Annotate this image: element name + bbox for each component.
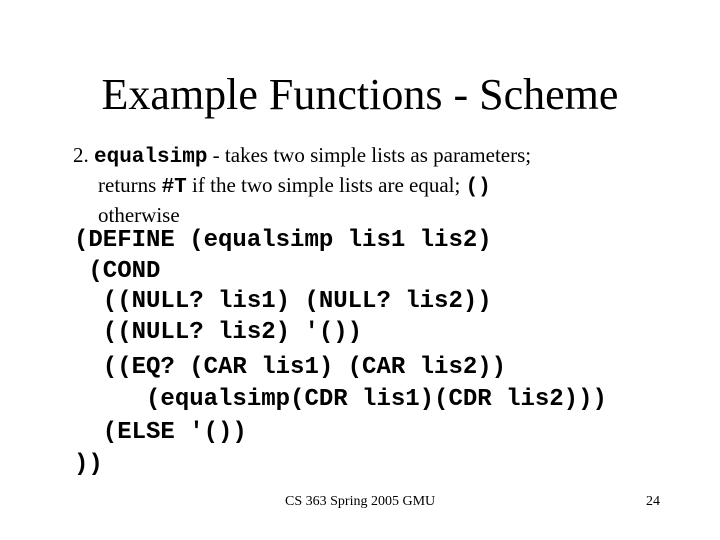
code-line: (equalsimp(CDR lis1)(CDR lis2))) — [74, 386, 607, 413]
bullet-line-2-prefix: returns — [98, 173, 162, 197]
true-literal: #T — [161, 176, 187, 199]
bullet-number: 2. — [73, 143, 89, 167]
code-line: (DEFINE (equalsimp lis1 lis2) — [74, 227, 492, 254]
bullet-line-1-text: - takes two simple lists as parameters; — [207, 143, 532, 167]
empty-list-literal: () — [465, 176, 491, 199]
function-name: equalsimp — [94, 146, 208, 169]
bullet-line-2: returns #T if the two simple lists are e… — [73, 170, 673, 200]
bullet-line-2-mid: if the two simple lists are equal; — [186, 173, 466, 197]
page-number: 24 — [646, 494, 660, 509]
code-line: )) — [74, 451, 103, 478]
bullet-description: 2. equalsimp - takes two simple lists as… — [73, 140, 673, 230]
code-line: ((EQ? (CAR lis1) (CAR lis2)) — [74, 354, 507, 381]
slide-title: Example Functions - Scheme — [101, 70, 619, 119]
code-line: (COND — [74, 258, 161, 285]
code-line: ((NULL? lis1) (NULL? lis2)) — [74, 288, 492, 315]
footer-course: CS 363 Spring 2005 GMU — [285, 494, 436, 509]
code-line: ((NULL? lis2) '()) — [74, 319, 363, 346]
code-line: (ELSE '()) — [74, 419, 247, 446]
bullet-line-1: 2. equalsimp - takes two simple lists as… — [73, 140, 673, 170]
